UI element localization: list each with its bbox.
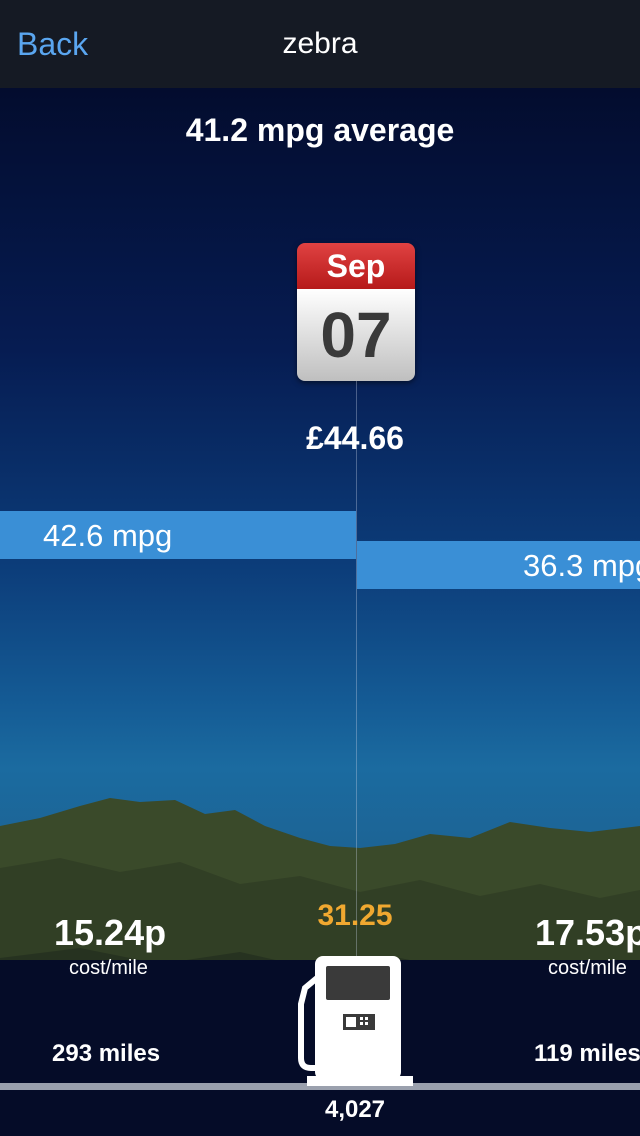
left-miles: 293 miles [52, 1040, 161, 1067]
calendar-day: 07 [297, 289, 415, 381]
average-mpg: 41.2 mpg average [185, 112, 455, 148]
navigation-bar: Back zebra [0, 0, 640, 88]
right-cost-per-mile: 17.53p [535, 912, 640, 953]
mpg-bar-left[interactable]: 42.6 mpg [0, 511, 356, 559]
right-cost-label: cost/mile [548, 957, 627, 979]
fuel-pump-icon[interactable] [295, 950, 415, 1088]
right-miles: 119 miles [534, 1040, 640, 1067]
fuel-amount: 31.25 [317, 899, 393, 932]
mpg-bar-left-label: 42.6 mpg [43, 518, 173, 553]
nav-title: zebra [282, 27, 358, 60]
calendar-month: Sep [297, 243, 415, 289]
mpg-bar-right[interactable]: 36.3 mpg [357, 541, 640, 589]
selection-line [356, 381, 357, 961]
left-cost-per-mile: 15.24p [54, 912, 167, 953]
odometer-reading: 4,027 [324, 1096, 386, 1123]
left-cost-label: cost/mile [69, 957, 148, 979]
calendar-icon[interactable]: Sep 07 [297, 243, 415, 381]
mpg-bar-right-label: 36.3 mpg [523, 548, 640, 583]
fillup-price: £44.66 [306, 420, 404, 456]
